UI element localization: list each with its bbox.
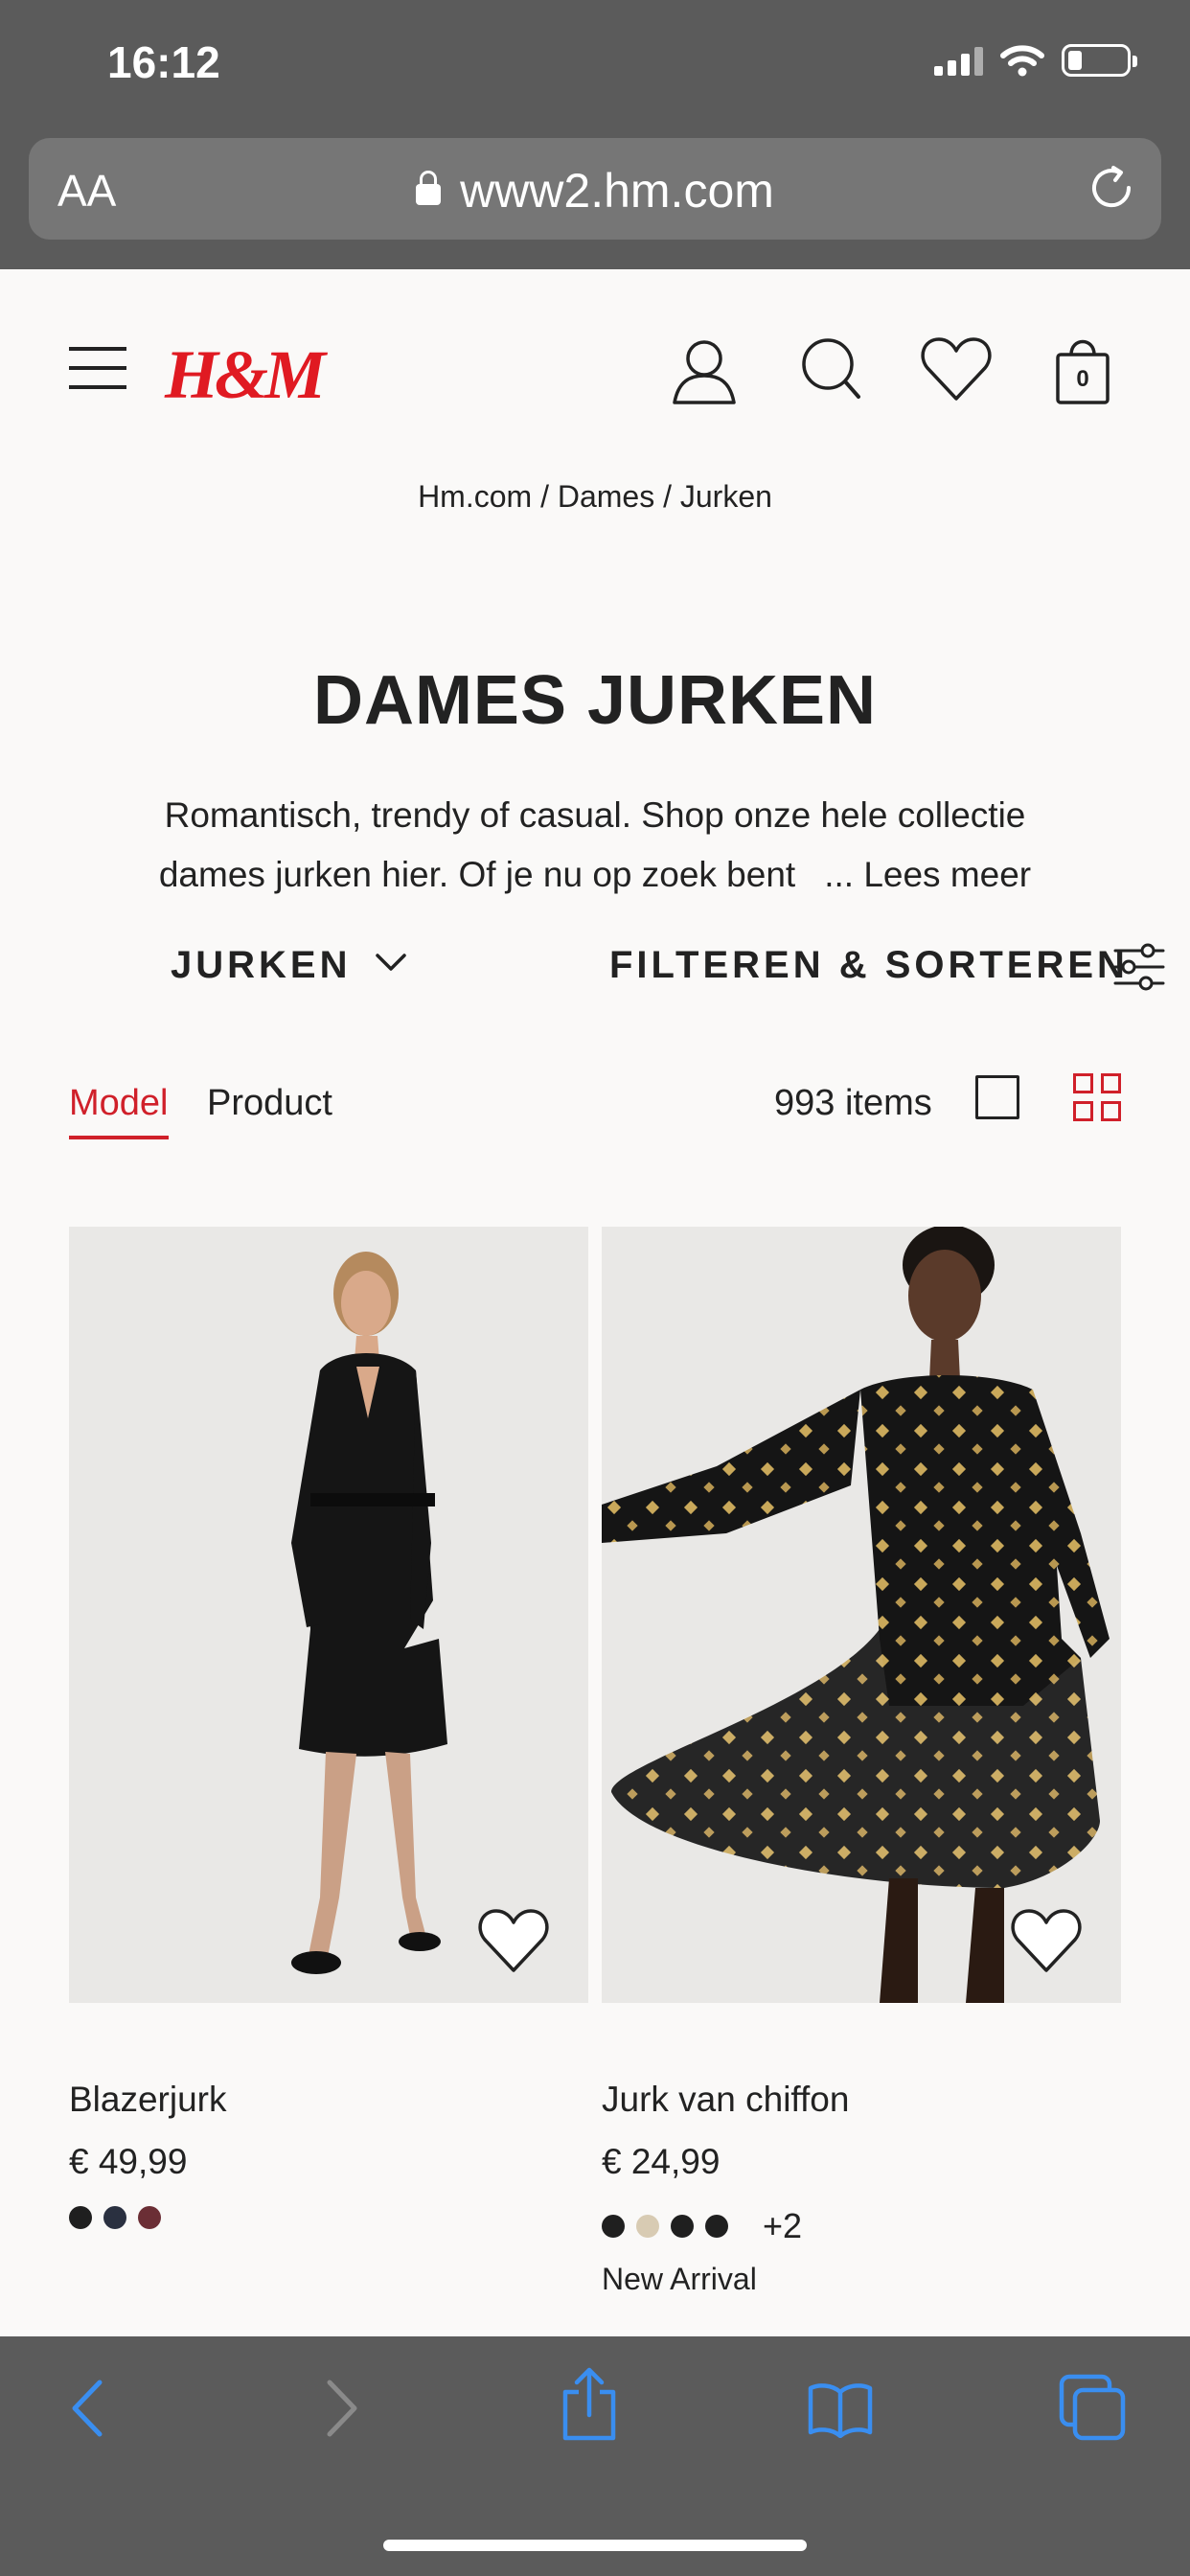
more-colors-count[interactable]: +2: [763, 2206, 802, 2246]
product-card[interactable]: Jurk van chiffon € 24,99 +2 New Arrival: [602, 1227, 1121, 2296]
product-name[interactable]: Jurk van chiffon: [602, 2080, 849, 2120]
filter-sort-button[interactable]: FILTEREN & SORTEREN: [609, 944, 1129, 987]
wifi-icon: [1000, 45, 1044, 77]
single-view-icon[interactable]: [975, 1075, 1019, 1119]
bookmarks-icon[interactable]: [807, 2380, 874, 2438]
intro-line-1: Romantisch, trendy of casual. Shop onze …: [164, 795, 1026, 835]
status-icons: [934, 44, 1137, 77]
item-count: 993 items: [774, 1083, 932, 1123]
status-time: 16:12: [107, 37, 220, 87]
category-dropdown[interactable]: JURKEN: [171, 944, 351, 987]
tab-model[interactable]: Model: [69, 1083, 169, 1139]
product-price: € 24,99: [602, 2142, 721, 2181]
favorite-heart-icon[interactable]: [1010, 1907, 1083, 1974]
account-icon[interactable]: [669, 335, 740, 406]
product-image[interactable]: [69, 1227, 588, 2003]
cart-count: 0: [1076, 366, 1089, 392]
address-bar[interactable]: AA www2.hm.com: [29, 138, 1161, 240]
battery-icon: [1062, 44, 1137, 77]
hm-logo[interactable]: H&M: [165, 335, 326, 415]
color-swatch[interactable]: [602, 2215, 625, 2238]
product-price: € 49,99: [69, 2142, 188, 2181]
color-swatch[interactable]: [138, 2206, 161, 2229]
color-swatch[interactable]: [671, 2215, 694, 2238]
back-icon[interactable]: [65, 2375, 113, 2442]
lock-icon: [416, 171, 442, 205]
category-intro: Romantisch, trendy of casual. Shop onze …: [96, 786, 1094, 905]
intro-line-2: dames jurken hier. Of je nu op zoek bent: [158, 855, 796, 894]
product-name[interactable]: Blazerjurk: [69, 2080, 227, 2120]
filter-sliders-icon[interactable]: [1113, 941, 1165, 993]
new-arrival-badge: New Arrival: [602, 2262, 757, 2296]
favorite-heart-icon[interactable]: [477, 1907, 550, 1974]
color-swatch[interactable]: [705, 2215, 728, 2238]
share-icon[interactable]: [560, 2365, 619, 2442]
color-swatch[interactable]: [103, 2206, 126, 2229]
page-title: DAMES JURKEN: [312, 662, 878, 739]
url-display[interactable]: www2.hm.com: [29, 163, 1161, 218]
grid-view-icon[interactable]: [1073, 1073, 1121, 1121]
color-swatch[interactable]: [636, 2215, 659, 2238]
color-swatch[interactable]: [69, 2206, 92, 2229]
signal-icon: [934, 45, 983, 76]
browser-top-chrome: 16:12 AA www2.hm.com: [0, 0, 1190, 269]
url-text: www2.hm.com: [460, 164, 774, 218]
home-indicator: [383, 2540, 807, 2551]
product-image[interactable]: [602, 1227, 1121, 2003]
forward-icon[interactable]: [316, 2375, 364, 2442]
reload-icon[interactable]: [1087, 163, 1136, 213]
model-photo: [69, 1227, 588, 2003]
model-photo: [602, 1227, 1121, 2003]
read-more-link[interactable]: ... Lees meer: [824, 855, 1031, 894]
color-swatches[interactable]: +2: [602, 2206, 802, 2246]
search-icon[interactable]: [799, 335, 862, 402]
tabs-icon[interactable]: [1058, 2373, 1127, 2442]
chevron-down-icon[interactable]: [374, 951, 408, 974]
color-swatches[interactable]: [69, 2206, 161, 2229]
tab-product[interactable]: Product: [207, 1083, 332, 1124]
favorites-icon[interactable]: [920, 335, 993, 402]
product-card[interactable]: Blazerjurk € 49,99: [69, 1227, 588, 2229]
browser-toolbar: [0, 2336, 1190, 2576]
menu-icon[interactable]: [69, 347, 126, 404]
breadcrumb[interactable]: Hm.com / Dames / Jurken: [0, 479, 1190, 515]
cart-button[interactable]: 0: [1054, 335, 1111, 406]
